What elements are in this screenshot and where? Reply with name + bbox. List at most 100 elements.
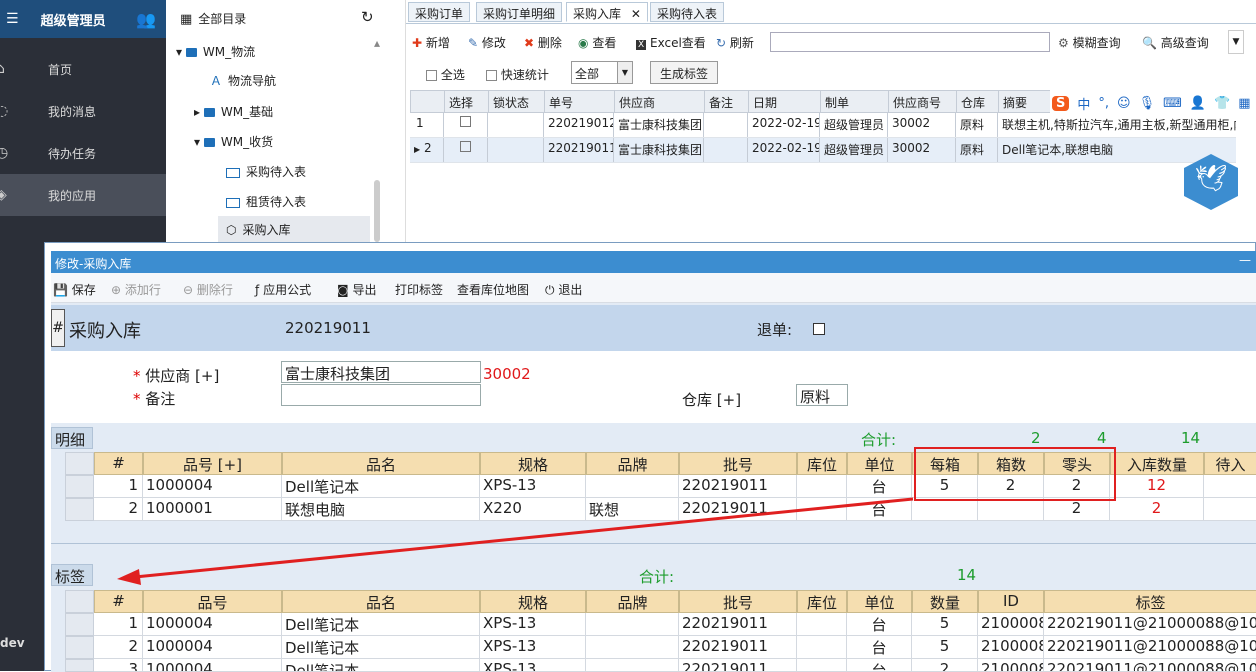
toolbar-dropdown[interactable]: ▼ <box>1228 30 1244 54</box>
dialog-toolbar: 💾 保存 ⊕ 添加行 ⊖ 删除行 ƒ 应用公式 ◙ 导出 打印标签 查看库位地图… <box>51 273 1256 303</box>
folder-icon <box>185 48 197 57</box>
fuzzy-search-button[interactable]: ⚙ 模糊查询 <box>1058 34 1121 51</box>
dialog-form: # 采购入库 220219011 退单: * 供应商 [+] 富士康科技集团 3… <box>51 303 1256 672</box>
search-input[interactable] <box>770 32 1050 52</box>
arrow-head <box>117 569 141 585</box>
generate-label-button[interactable]: 生成标签 <box>650 61 718 84</box>
punct-icon[interactable]: °, <box>1098 96 1109 111</box>
minus-circle-icon: ⊖ <box>183 283 194 297</box>
eye-icon: ◉ <box>578 36 589 50</box>
user-name: 超级管理员 <box>40 13 106 29</box>
grid-icon[interactable]: ▦ <box>1238 96 1250 111</box>
col-order[interactable]: 单号 <box>545 91 615 112</box>
search-config-icon: ⚙ <box>1058 36 1069 50</box>
search-icon: 🔍 <box>1142 36 1157 50</box>
tree-node-wm-base[interactable]: ▸ WM_基础 <box>194 103 273 120</box>
grid-icon: ▦ <box>180 12 193 27</box>
sidebar-item-messages[interactable]: ◌ 我的消息 <box>0 90 166 132</box>
refresh-icon: ↻ <box>716 36 727 50</box>
edit-dialog: 修改-采购入库 — 💾 保存 ⊕ 添加行 ⊖ 删除行 ƒ 应用公式 ◙ 导出 打印… <box>44 242 1256 672</box>
menu-icon[interactable]: ☰ <box>6 11 19 27</box>
table-row[interactable]: 1 220219012 富士康科技集团 2022-02-19 超级管理员 300… <box>410 113 1236 138</box>
tree-node-lease-pending[interactable]: 租赁待入表 <box>226 193 306 210</box>
ime-toolbar: S 中 °, ☺ 🎙 ⌨ 👤 👕 ▦ <box>1050 90 1256 116</box>
clock-icon: ◷ <box>0 145 9 161</box>
plus-circle-icon: ⊕ <box>111 283 122 297</box>
table-row[interactable]: ▶ 2 220219011 富士康科技集团 2022-02-19 超级管理员 3… <box>410 138 1236 163</box>
col-supplier[interactable]: 供应商 <box>615 91 705 112</box>
col-lock[interactable]: 锁状态 <box>489 91 545 112</box>
folder-icon <box>203 108 215 117</box>
tab-divider <box>406 23 1256 24</box>
delete-row-button[interactable]: ⊖ 删除行 <box>183 281 233 298</box>
folder-open-icon <box>226 167 240 178</box>
cube-icon: ⬡ <box>226 223 237 237</box>
message-icon: ◌ <box>0 103 9 119</box>
dialog-titlebar: 修改-采购入库 — <box>51 251 1256 273</box>
delete-icon: ✖ <box>524 36 535 50</box>
refresh-icon[interactable]: ↻ <box>361 8 374 26</box>
sogou-icon[interactable]: S <box>1052 95 1070 111</box>
annotation-arrow <box>117 497 914 585</box>
sidebar-header: ☰ 超级管理员 👥 <box>0 0 166 38</box>
tree-node-wm-receive[interactable]: ▾ WM_收货 <box>194 133 273 150</box>
row-checkbox[interactable] <box>444 113 488 137</box>
quick-stat-checkbox[interactable]: 快速统计 <box>486 66 549 83</box>
tree-root[interactable]: ▦ 全部目录 <box>180 10 246 27</box>
chevron-down-icon: ▼ <box>617 62 632 83</box>
close-icon[interactable]: ✕ <box>631 7 641 21</box>
export-icon: ◙ <box>337 283 349 297</box>
sidebar-item-home[interactable]: ⌂ 首页 <box>0 48 166 90</box>
shirt-icon[interactable]: 👕 <box>1214 96 1230 111</box>
cube-icon: ◈ <box>0 187 7 203</box>
sidebar-item-tasks[interactable]: ◷ 待办任务 <box>0 132 166 174</box>
tab-purchase-order[interactable]: 采购订单 <box>408 2 471 22</box>
print-label-button[interactable]: 打印标签 <box>395 281 443 298</box>
nav-tree: ▦ 全部目录 ↻ ▾ WM_物流 ▴ Ａ 物流导航 ▸ WM_基础 ▾ WM_收货 … <box>166 0 406 242</box>
save-button[interactable]: 💾 保存 <box>53 281 96 298</box>
tab-purchase-pending[interactable]: 采购待入表 <box>650 2 725 22</box>
excel-button[interactable]: X Excel查看 <box>636 34 706 51</box>
col-date[interactable]: 日期 <box>749 91 821 112</box>
tab-order-detail[interactable]: 采购订单明细 <box>476 2 563 22</box>
keyboard-icon[interactable]: ⌨ <box>1163 96 1182 111</box>
col-remark[interactable]: 备注 <box>705 91 749 112</box>
tree-scrollbar[interactable] <box>374 180 380 242</box>
plus-icon: ✚ <box>412 36 423 50</box>
sidebar-item-apps[interactable]: ◈ 我的应用 <box>0 174 166 216</box>
minimize-icon[interactable]: — <box>1239 253 1251 267</box>
scroll-up-icon[interactable]: ▴ <box>374 36 380 50</box>
view-button[interactable]: ◉ 查看 <box>578 34 616 51</box>
filter-select[interactable]: 全部 ▼ <box>571 61 633 84</box>
delete-button[interactable]: ✖ 删除 <box>524 34 562 51</box>
mic-icon[interactable]: 🎙 <box>1139 96 1156 111</box>
folder-open-icon <box>226 197 240 208</box>
tree-node-nav[interactable]: Ａ 物流导航 <box>210 72 276 89</box>
export-button[interactable]: ◙ 导出 <box>337 281 377 298</box>
location-map-button[interactable]: 查看库位地图 <box>457 281 529 298</box>
select-all-checkbox[interactable]: 全选 <box>426 66 465 83</box>
tree-node-purchase-pending[interactable]: 采购待入表 <box>226 163 306 180</box>
emoji-icon[interactable]: ☺ <box>1117 96 1131 111</box>
tab-purchase-in[interactable]: 采购入库 ✕ <box>566 2 648 22</box>
user-icon[interactable]: 👤 <box>1190 96 1206 111</box>
add-row-button[interactable]: ⊕ 添加行 <box>111 281 161 298</box>
tree-node-purchase-in[interactable]: ⬡ 采购入库 <box>218 216 370 242</box>
col-select[interactable]: 选择 <box>445 91 489 112</box>
arrow-line <box>134 497 914 579</box>
edit-button[interactable]: ✎ 修改 <box>468 34 506 51</box>
exit-button[interactable]: ⏻ 退出 <box>545 281 582 298</box>
tree-node-wm-logistics[interactable]: ▾ WM_物流 <box>176 43 255 60</box>
row-checkbox[interactable] <box>444 138 488 162</box>
add-button[interactable]: ✚ 新增 <box>412 34 450 51</box>
apply-formula-button[interactable]: ƒ 应用公式 <box>255 281 311 298</box>
power-icon: ⏻ <box>545 283 555 297</box>
users-icon[interactable]: 👥 <box>136 10 156 29</box>
col-maker[interactable]: 制单 <box>821 91 889 112</box>
refresh-button[interactable]: ↻ 刷新 <box>716 34 754 51</box>
col-supplier-no[interactable]: 供应商号 <box>889 91 957 112</box>
lang-icon[interactable]: 中 <box>1077 94 1090 113</box>
col-warehouse[interactable]: 仓库 <box>957 91 999 112</box>
sidebar-footer: dev <box>0 636 25 650</box>
advanced-search-button[interactable]: 🔍 高级查询 <box>1142 34 1209 51</box>
